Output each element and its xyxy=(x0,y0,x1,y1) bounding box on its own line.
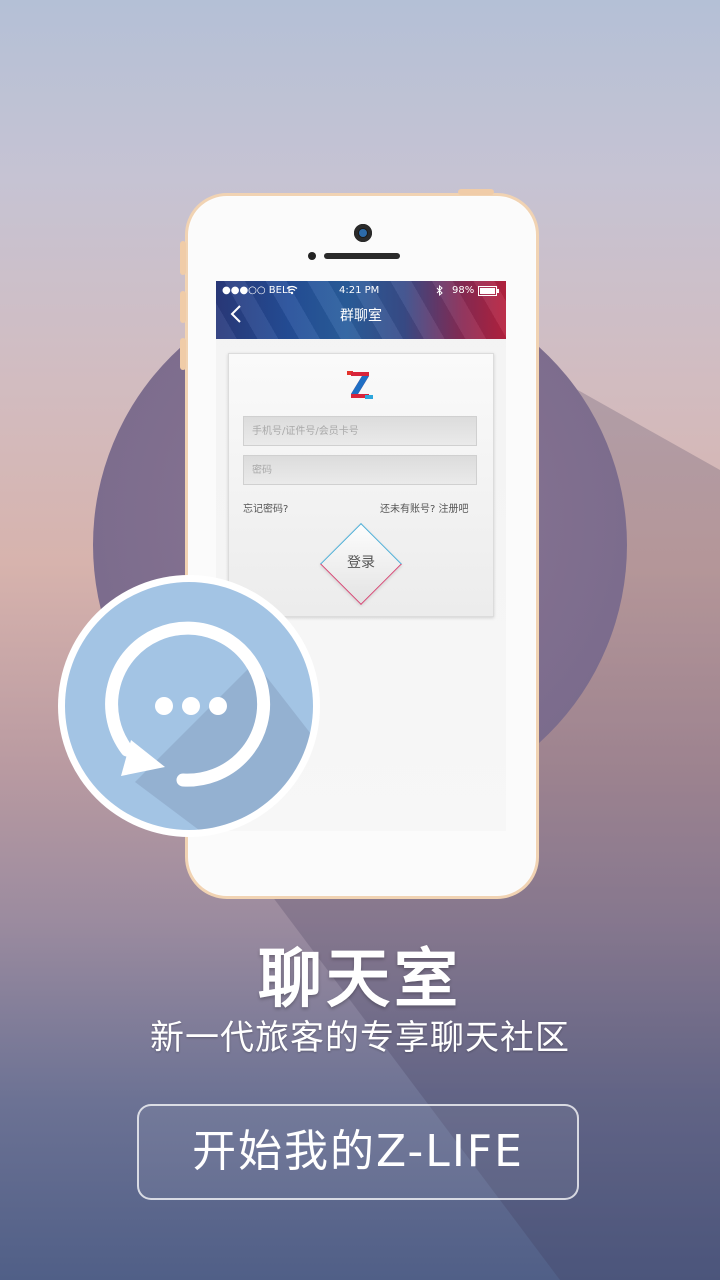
status-bar: ●●●○○ BELL 4:21 PM 98% xyxy=(216,284,506,299)
carrier-label: ●●●○○ BELL xyxy=(222,285,294,296)
phone-volume-up-button xyxy=(180,291,186,323)
page-subtitle: 新一代旅客的专享聊天社区 xyxy=(150,1018,570,1058)
bluetooth-icon xyxy=(436,284,444,299)
password-input[interactable] xyxy=(244,456,476,484)
login-button-label[interactable]: 登录 xyxy=(332,552,390,572)
battery-percent: 98% xyxy=(452,285,475,296)
battery-icon xyxy=(478,286,500,299)
proximity-sensor xyxy=(308,252,316,260)
earpiece-speaker xyxy=(324,253,400,259)
phone-power-button xyxy=(458,189,494,195)
nav-bar: ●●●○○ BELL 4:21 PM 98% 群聊室 xyxy=(216,281,506,339)
login-card: 忘记密码? 还未有账号? 注册吧 登录 xyxy=(228,353,494,617)
chat-badge xyxy=(58,575,320,837)
register-link[interactable]: 还未有账号? 注册吧 xyxy=(380,500,469,515)
z-logo-icon xyxy=(347,368,375,400)
account-field[interactable] xyxy=(243,416,477,446)
password-field[interactable] xyxy=(243,455,477,485)
account-input[interactable] xyxy=(244,417,476,445)
phone-mute-button xyxy=(180,241,186,275)
wifi-icon xyxy=(286,285,298,298)
chat-badge-inner xyxy=(65,582,313,830)
clock-time: 4:21 PM xyxy=(339,285,380,296)
chat-bubble-icon xyxy=(105,621,271,787)
start-z-life-button[interactable]: 开始我的Z-LIFE xyxy=(137,1104,579,1200)
page-title: 聊天室 xyxy=(258,943,462,1017)
forgot-password-link[interactable]: 忘记密码? xyxy=(243,500,288,515)
front-camera-icon xyxy=(354,224,372,242)
nav-title: 群聊室 xyxy=(340,308,382,324)
phone-volume-down-button xyxy=(180,338,186,370)
